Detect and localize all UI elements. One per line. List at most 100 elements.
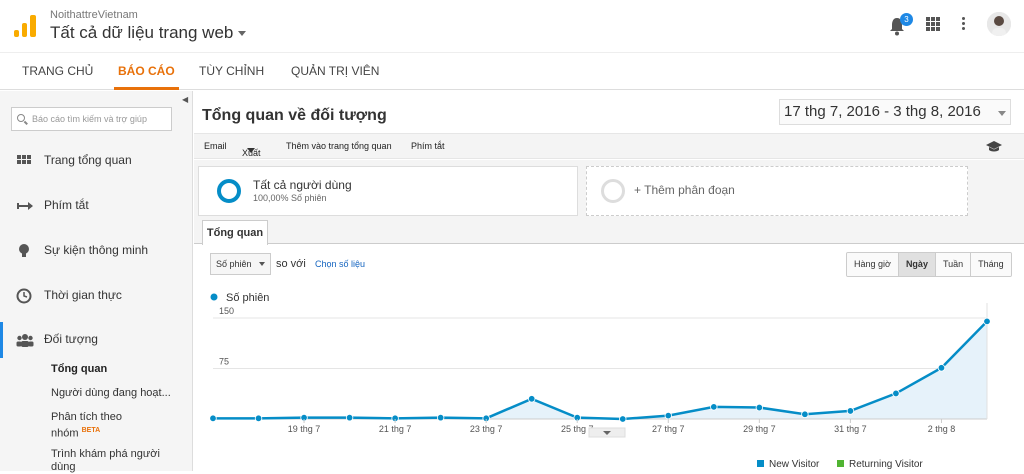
legend-marker bbox=[210, 293, 218, 301]
graduation-cap-icon[interactable] bbox=[986, 141, 1002, 152]
sessions-chart: Số phiên1507519 thg 7 21 thg 7 23 thg 7 25 … bbox=[209, 292, 991, 470]
data-point bbox=[619, 415, 627, 423]
data-point bbox=[801, 410, 809, 418]
sidebar-item-label: Đối tượng bbox=[44, 332, 98, 346]
metric-selected: Số phiên bbox=[216, 259, 252, 269]
data-point bbox=[528, 395, 536, 403]
granularity-day[interactable]: Ngày bbox=[897, 253, 935, 276]
legend-label: Số phiên bbox=[226, 292, 269, 304]
add-to-dashboard-button[interactable]: Thêm vào trang tổng quan bbox=[286, 141, 392, 151]
chevron-down-icon bbox=[259, 262, 265, 266]
bottom-legend-label: Returning Visitor bbox=[849, 459, 923, 470]
data-point bbox=[755, 403, 764, 412]
chevron-down-icon bbox=[238, 31, 247, 37]
dashboard-icon bbox=[16, 153, 32, 169]
data-point bbox=[436, 413, 445, 422]
audience-icon bbox=[16, 332, 34, 348]
top-bar: NoithattreVietnam Tất cả dữ liệu trang w… bbox=[0, 0, 1024, 52]
avatar[interactable] bbox=[987, 12, 1011, 36]
sidebar-item-shortcuts[interactable]: Phím tắt bbox=[0, 192, 192, 220]
data-point bbox=[209, 414, 217, 423]
add-segment-label: + Thêm phân đoạn bbox=[634, 183, 735, 197]
apps-grid-icon[interactable] bbox=[926, 17, 940, 31]
report-area: Tổng quan về đối tượng 17 thg 7, 2016 - … bbox=[194, 91, 1024, 471]
granularity-hourly[interactable]: Hàng giờ bbox=[847, 253, 898, 276]
search-placeholder: Báo cáo tìm kiếm và trợ giúp bbox=[32, 114, 147, 124]
series-line bbox=[213, 320, 988, 421]
choose-metric-link[interactable]: Chọn số liệu bbox=[315, 259, 365, 269]
sidebar-item-label: Phím tắt bbox=[44, 198, 89, 212]
y-tick-label: 75 bbox=[219, 357, 229, 367]
x-tick-label: 21 thg 7 bbox=[379, 424, 412, 434]
x-tick-label: 31 thg 7 bbox=[834, 424, 867, 434]
granularity-toggle: Hàng giờ Ngày Tuần Tháng bbox=[846, 252, 1012, 277]
collapse-sidebar-icon[interactable]: ◀ bbox=[182, 95, 192, 107]
subitem-cohort-label: Phân tích theo bbox=[51, 411, 122, 423]
report-tabs: Tổng quan bbox=[194, 220, 1024, 245]
metric-selector[interactable]: Số phiên bbox=[210, 253, 271, 275]
search-input[interactable]: Báo cáo tìm kiếm và trợ giúp bbox=[11, 107, 172, 131]
search-icon bbox=[17, 114, 25, 122]
data-point bbox=[846, 407, 855, 415]
beta-badge: BETA bbox=[81, 427, 101, 434]
data-point bbox=[664, 411, 672, 420]
chevron-down-icon bbox=[998, 111, 1006, 116]
sidebar-item-label: Thời gian thực bbox=[44, 288, 122, 302]
subitem-active-users[interactable]: Người dùng đang hoạt... bbox=[51, 387, 171, 400]
page-title: Tổng quan về đối tượng bbox=[202, 107, 387, 124]
analytics-logo-icon[interactable] bbox=[14, 15, 36, 37]
add-segment-button[interactable]: + Thêm phân đoạn bbox=[586, 166, 968, 216]
main-nav: TRANG CHỦ BÁO CÁO TÙY CHỈNH QUẢN TRỊ VIÊ… bbox=[0, 52, 1024, 90]
segments-bar: Tất cả người dùng 100,00% Số phiên + Thê… bbox=[194, 160, 1024, 220]
segment-name: Tất cả người dùng bbox=[253, 178, 352, 192]
clock-icon bbox=[16, 288, 32, 304]
lightbulb-icon bbox=[16, 243, 32, 259]
data-point bbox=[983, 317, 991, 326]
active-indicator bbox=[0, 322, 3, 358]
notification-badge: 3 bbox=[900, 13, 913, 26]
sidebar-item-realtime[interactable]: Thời gian thực bbox=[0, 282, 192, 310]
property-selector[interactable]: Tất cả dữ liệu trang web bbox=[50, 23, 247, 43]
granularity-week[interactable]: Tuần bbox=[934, 253, 971, 276]
x-tick-label: 29 thg 7 bbox=[743, 424, 776, 434]
x-tick-label: 23 thg 7 bbox=[470, 424, 503, 434]
sidebar: Báo cáo tìm kiếm và trợ giúp Trang tổng … bbox=[0, 91, 193, 474]
bottom-legend-swatch bbox=[837, 460, 844, 467]
segment-all-users[interactable]: Tất cả người dùng 100,00% Số phiên bbox=[198, 166, 578, 216]
segment-ring-icon bbox=[217, 179, 241, 203]
shortcut-button[interactable]: Phím tắt bbox=[411, 141, 445, 151]
more-vert-icon[interactable] bbox=[962, 17, 966, 33]
account-name[interactable]: NoithattreVietnam bbox=[50, 9, 138, 21]
data-point bbox=[892, 389, 900, 398]
sidebar-item-intelligence[interactable]: Sự kiện thông minh bbox=[0, 237, 192, 265]
tab-reports[interactable]: BÁO CÁO bbox=[114, 64, 179, 90]
bottom-legend-swatch bbox=[757, 460, 764, 467]
data-point bbox=[710, 403, 718, 411]
x-tick-label: 2 thg 8 bbox=[928, 424, 956, 434]
email-button[interactable]: Email bbox=[204, 141, 227, 151]
subitem-user-explorer-label-2: dùng bbox=[51, 461, 76, 473]
tab-overview[interactable]: Tổng quan bbox=[202, 220, 268, 245]
segment-detail: 100,00% Số phiên bbox=[253, 193, 327, 203]
chevron-down-icon bbox=[247, 148, 255, 153]
tab-admin[interactable]: QUẢN TRỊ VIÊN bbox=[291, 64, 379, 78]
tab-home[interactable]: TRANG CHỦ bbox=[22, 64, 93, 78]
sidebar-item-dashboards[interactable]: Trang tổng quan bbox=[0, 147, 192, 175]
date-range-picker[interactable]: 17 thg 7, 2016 - 3 thg 8, 2016 bbox=[779, 99, 1011, 125]
compare-label: so với bbox=[276, 258, 306, 270]
y-tick-label: 150 bbox=[219, 306, 234, 316]
sidebar-item-audience[interactable]: Đối tượng bbox=[0, 322, 192, 358]
segment-placeholder-ring-icon bbox=[601, 179, 625, 203]
x-tick-label: 19 thg 7 bbox=[288, 424, 321, 434]
subitem-user-explorer[interactable]: Trình khám phá người dùng bbox=[51, 448, 160, 474]
data-point bbox=[345, 413, 354, 422]
shortcut-icon bbox=[16, 198, 33, 214]
subitem-cohort[interactable]: Phân tích theo nhóm BETA bbox=[51, 411, 122, 441]
subitem-overview[interactable]: Tổng quan bbox=[51, 363, 107, 376]
granularity-month[interactable]: Tháng bbox=[970, 253, 1011, 276]
tab-customization[interactable]: TÙY CHỈNH bbox=[199, 64, 264, 78]
bottom-legend-label: New Visitor bbox=[769, 459, 820, 470]
property-name: Tất cả dữ liệu trang web bbox=[50, 23, 234, 42]
date-range-text: 17 thg 7, 2016 - 3 thg 8, 2016 bbox=[784, 103, 981, 120]
sidebar-item-label: Trang tổng quan bbox=[44, 153, 132, 167]
